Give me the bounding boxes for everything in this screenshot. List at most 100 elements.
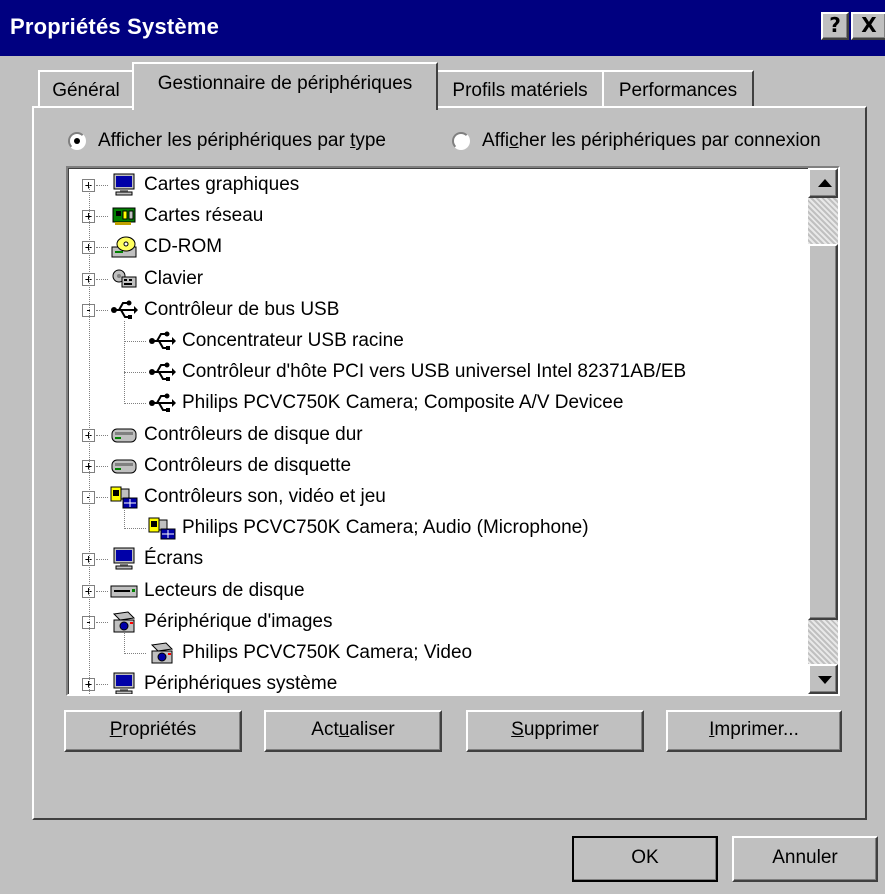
- tree-connector: [124, 372, 146, 374]
- device-tree-list: Cartes graphiques + Cartes réseau + CD-ROM + C…: [68, 168, 808, 694]
- vertical-scrollbar[interactable]: [808, 168, 838, 694]
- window-title: Propriétés Système: [10, 14, 220, 39]
- view-by-connection-radio[interactable]: [452, 132, 470, 150]
- disk-controller-icon: [110, 423, 138, 447]
- tree-item-label: Clavier: [144, 267, 204, 289]
- tree-category[interactable]: Contrôleur de bus USB: [110, 295, 339, 325]
- tree-item-label: Philips PCVC750K Camera; Composite A/V D…: [182, 392, 624, 414]
- tree-category[interactable]: Cartes graphiques: [110, 170, 299, 200]
- view-by-connection-label: Afficher les périphériques par connexion: [482, 130, 821, 151]
- tree-connector: [124, 508, 125, 530]
- tree-connector: [96, 309, 108, 311]
- view-by-connection-option[interactable]: Afficher les périphériques par connexion: [452, 128, 821, 154]
- monitor-icon: [110, 547, 138, 571]
- properties-button[interactable]: Propriétés: [64, 710, 242, 752]
- refresh-button[interactable]: Actualiser: [264, 710, 442, 752]
- sound-video-game-icon: [148, 516, 176, 540]
- tree-item-label: Contrôleurs de disque dur: [144, 423, 363, 445]
- tree-item-label: CD-ROM: [144, 236, 223, 258]
- tree-item-label: Philips PCVC750K Camera; Video: [182, 642, 473, 663]
- usb-icon: [110, 298, 138, 322]
- tree-device[interactable]: Philips PCVC750K Camera; Video: [148, 638, 472, 668]
- ok-button[interactable]: OK: [572, 836, 718, 882]
- monitor-icon: [110, 672, 138, 694]
- tree-category[interactable]: Lecteurs de disque: [110, 576, 305, 606]
- tree-connector: [96, 216, 108, 218]
- tree-connector: [96, 497, 108, 498]
- tree-connector: [96, 559, 108, 561]
- scroll-thumb[interactable]: [808, 244, 838, 620]
- tree-item-label: Lecteurs de disque: [144, 579, 305, 601]
- imaging-device-icon: [148, 641, 176, 665]
- system-properties-window: Propriétés Système ? X Général Gestionna…: [0, 0, 887, 894]
- cdrom-icon: [110, 235, 138, 259]
- tree-category[interactable]: CD-ROM: [110, 232, 222, 262]
- tab-hardware-profiles[interactable]: Profils matériels: [436, 70, 604, 108]
- usb-icon: [148, 329, 176, 353]
- tree-category[interactable]: Écrans: [110, 544, 203, 574]
- tree-category[interactable]: Périphériques système: [110, 669, 337, 694]
- tab-performance[interactable]: Performances: [602, 70, 754, 108]
- scroll-down-button[interactable]: [808, 664, 838, 694]
- usb-icon: [148, 360, 176, 384]
- sound-video-game-icon: [110, 485, 138, 509]
- monitor-icon: [110, 173, 138, 197]
- tree-category[interactable]: Cartes réseau: [110, 201, 263, 231]
- tree-connector: [124, 320, 125, 405]
- tree-item-label: Concentrateur USB racine: [182, 330, 404, 351]
- tree-item-label: Périphérique d'images: [144, 610, 333, 632]
- tab-device-manager[interactable]: Gestionnaire de périphériques: [132, 62, 438, 110]
- tree-connector: [124, 528, 146, 530]
- tree-item-label: Écrans: [144, 548, 204, 570]
- tree-connector: [124, 653, 146, 654]
- tree-connector: [96, 590, 108, 592]
- tree-connector: [96, 247, 108, 249]
- tree-device[interactable]: Philips PCVC750K Camera; Composite A/V D…: [148, 388, 623, 418]
- arrow-down-icon: [818, 676, 832, 684]
- tab-general[interactable]: Général: [38, 70, 134, 108]
- view-by-type-option[interactable]: Afficher les périphériques par type: [68, 128, 386, 154]
- tree-device[interactable]: Philips PCVC750K Camera; Audio (Micropho…: [148, 513, 589, 543]
- tree-connector: [89, 185, 90, 694]
- device-tree[interactable]: Cartes graphiques + Cartes réseau + CD-ROM + C…: [66, 166, 840, 696]
- disk-drive-icon: [110, 579, 138, 603]
- tree-item-label: Contrôleur d'hôte PCI vers USB universel…: [182, 361, 687, 383]
- tree-connector: [124, 632, 125, 654]
- tree-device[interactable]: Concentrateur USB racine: [148, 326, 404, 356]
- tree-device[interactable]: Contrôleur d'hôte PCI vers USB universel…: [148, 357, 686, 387]
- arrow-up-icon: [818, 179, 832, 187]
- disk-controller-icon: [110, 454, 138, 478]
- tree-connector: [96, 621, 108, 623]
- tree-connector: [96, 434, 108, 436]
- tree-category[interactable]: Contrôleurs son, vidéo et jeu: [110, 482, 386, 512]
- tree-item-label: Philips PCVC750K Camera; Audio (Micropho…: [182, 517, 589, 539]
- imaging-device-icon: [110, 610, 138, 634]
- tree-item-label: Contrôleur de bus USB: [144, 298, 340, 320]
- tree-connector: [96, 465, 108, 467]
- print-button[interactable]: Imprimer...: [666, 710, 842, 752]
- tree-connector: [96, 278, 108, 280]
- tree-connector: [96, 684, 108, 686]
- tree-category[interactable]: Clavier: [110, 264, 203, 294]
- tree-item-label: Cartes réseau: [144, 205, 264, 227]
- tree-item-label: Périphériques système: [144, 673, 338, 694]
- tree-item-label: Cartes graphiques: [144, 174, 300, 195]
- tree-connector: [124, 341, 146, 342]
- network-card-icon: [110, 204, 138, 228]
- tree-item-label: Contrôleurs de disquette: [144, 454, 352, 476]
- remove-button[interactable]: Supprimer: [466, 710, 644, 752]
- close-button[interactable]: X: [851, 12, 887, 40]
- help-button[interactable]: ?: [821, 12, 849, 40]
- tree-category[interactable]: Contrôleurs de disquette: [110, 451, 351, 481]
- title-bar[interactable]: Propriétés Système ? X: [0, 0, 887, 56]
- tree-connector: [96, 185, 108, 186]
- view-by-type-radio[interactable]: [68, 132, 86, 150]
- usb-icon: [148, 391, 176, 415]
- tree-category[interactable]: Contrôleurs de disque dur: [110, 420, 363, 450]
- view-by-type-label: Afficher les périphériques par type: [98, 130, 386, 151]
- keyboard-icon: [110, 267, 138, 291]
- tree-category[interactable]: Périphérique d'images: [110, 607, 332, 637]
- scroll-up-button[interactable]: [808, 168, 838, 198]
- cancel-button[interactable]: Annuler: [732, 836, 878, 882]
- tree-item-label: Contrôleurs son, vidéo et jeu: [144, 486, 386, 507]
